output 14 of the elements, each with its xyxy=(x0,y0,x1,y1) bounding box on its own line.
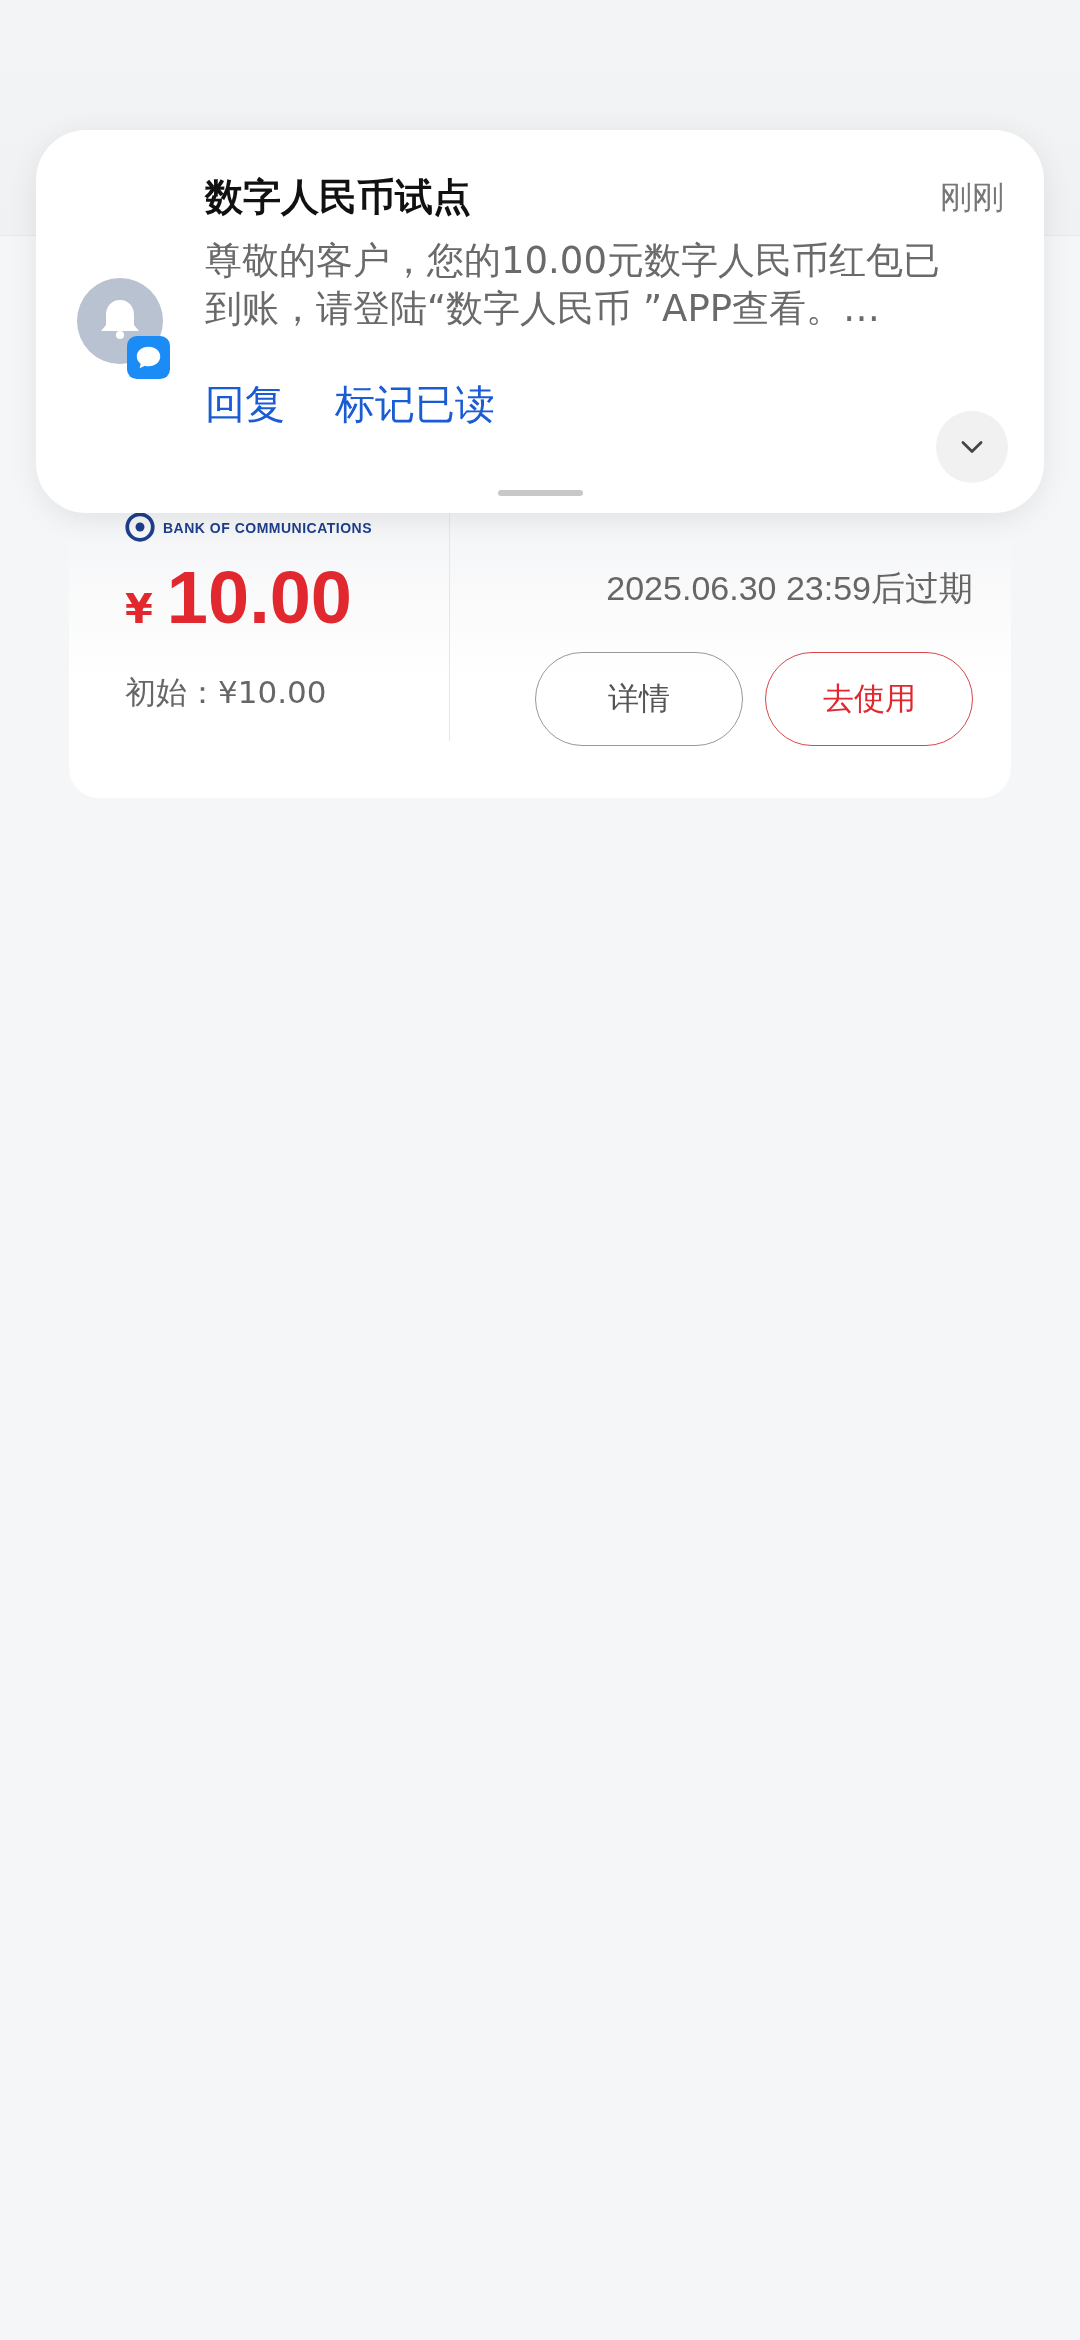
notification-card[interactable]: 数字人民币试点 刚刚 尊敬的客户，您的10.00元数字人民币红包已到账，请登陆“数字人民币 ”APP查看。… 回复 标记已读 xyxy=(36,130,1044,513)
notification-time: 刚刚 xyxy=(940,176,1004,218)
initial-amount: 初始：¥10.00 xyxy=(125,673,328,712)
coupon-amount: 10.00 xyxy=(166,558,353,638)
notification-message: 尊敬的客户，您的10.00元数字人民币红包已到账，请登陆“数字人民币 ”APP查看。… xyxy=(205,238,941,332)
currency-symbol: ¥ xyxy=(125,586,153,632)
expiry-date: 2025.06.30 23:59后过期 xyxy=(606,568,973,609)
notification-action[interactable]: 标记已读 xyxy=(335,377,495,432)
bank-logo-text: BANK OF COMMUNICATIONS xyxy=(163,520,373,536)
bank-emblem-icon xyxy=(125,512,155,542)
drag-handle[interactable] xyxy=(498,490,583,496)
notification-action[interactable]: 回复 xyxy=(205,377,285,432)
message-app-icon xyxy=(127,336,170,379)
notification-title: 数字人民币试点 xyxy=(205,174,471,221)
